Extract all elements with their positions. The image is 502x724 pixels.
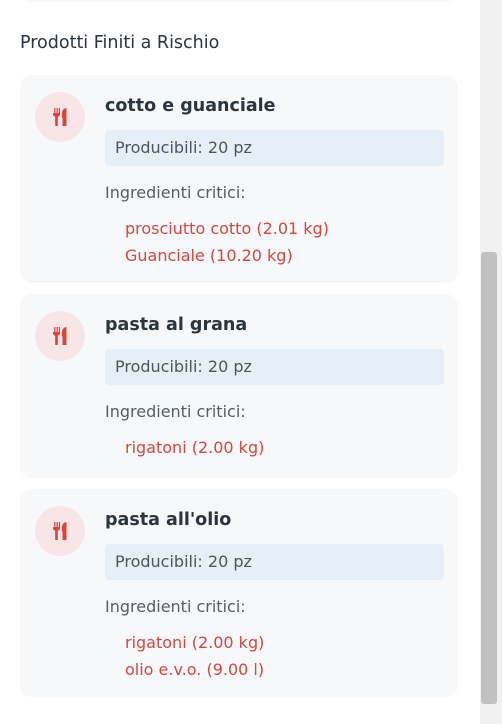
critical-ingredients-list: rigatoni (2.00 kg) [125,434,444,461]
critical-ingredient-item: olio e.v.o. (9.00 l) [125,660,265,679]
critical-ingredient-item: prosciutto cotto (2.01 kg) [125,219,329,238]
critical-ingredients-label: Ingredienti critici: [105,402,246,421]
product-card-body: pasta al grana Producibili: 20 pz Ingredie… [105,294,444,461]
section-title: Prodotti Finiti a Rischio [20,33,220,53]
producible-count: Producibili: 20 pz [105,130,444,166]
utensils-icon [35,506,85,556]
critical-ingredients-list: prosciutto cotto (2.01 kg) Guanciale (10.… [125,215,444,269]
utensils-icon [35,92,85,142]
product-card[interactable]: pasta al grana Producibili: 20 pz Ingredie… [20,294,458,478]
critical-ingredient-item: rigatoni (2.00 kg) [125,633,265,652]
critical-ingredients-label: Ingredienti critici: [105,597,246,616]
producible-count: Producibili: 20 pz [105,349,444,385]
critical-ingredient-item: Guanciale (10.20 kg) [125,246,293,265]
critical-ingredients-label: Ingredienti critici: [105,183,246,202]
product-card-body: pasta all'olio Producibili: 20 pz Ingredie… [105,489,444,683]
product-card[interactable]: pasta all'olio Producibili: 20 pz Ingredie… [20,489,458,697]
critical-ingredient-item: rigatoni (2.00 kg) [125,438,265,457]
product-list: cotto e guanciale Producibili: 20 pz Ingre… [20,75,458,708]
product-card-body: cotto e guanciale Producibili: 20 pz Ingre… [105,75,444,269]
product-card[interactable]: cotto e guanciale Producibili: 20 pz Ingre… [20,75,458,283]
previous-card [20,0,458,2]
product-name: pasta al grana [105,315,248,335]
producible-count: Producibili: 20 pz [105,544,444,580]
product-name: cotto e guanciale [105,96,276,116]
utensils-icon [35,311,85,361]
critical-ingredients-list: rigatoni (2.00 kg) olio e.v.o. (9.00 l) [125,629,444,683]
at-risk-panel: Prodotti Finiti a Rischio cotto e guanci… [0,0,480,724]
product-name: pasta all'olio [105,510,232,530]
scrollbar-thumb[interactable] [481,252,497,704]
